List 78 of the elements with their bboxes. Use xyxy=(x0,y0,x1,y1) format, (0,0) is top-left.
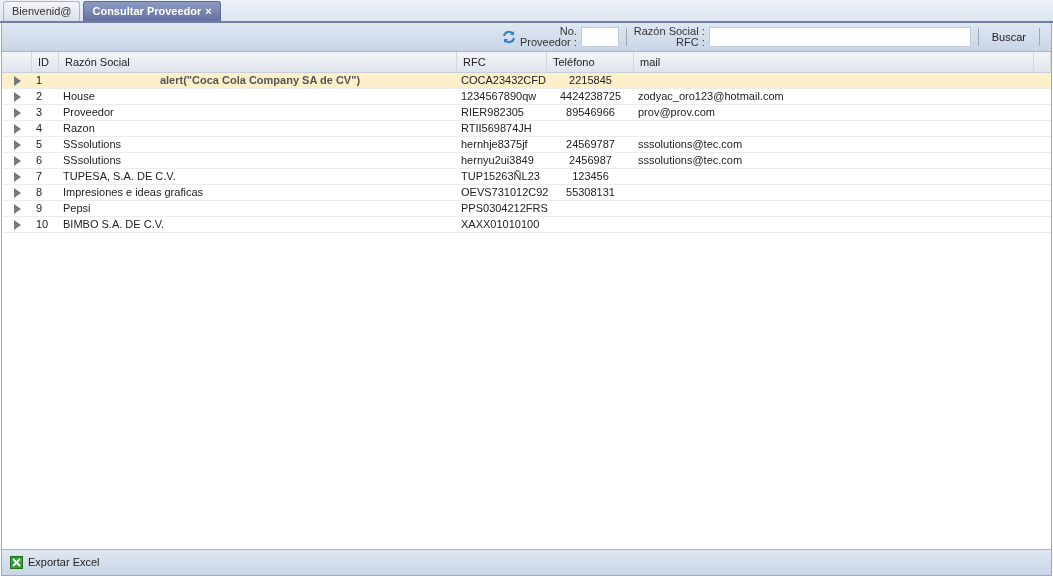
table-row[interactable]: 2 House 1234567890qw 4424238725 zodyac_oro123@hotmail.com xyxy=(2,89,1051,105)
search-button[interactable]: Buscar xyxy=(985,28,1032,46)
table-row[interactable]: 7 TUPESA, S.A. DE C.V. TUP15263ÑL23 123456 xyxy=(2,169,1051,185)
refresh-icon[interactable] xyxy=(501,30,516,44)
field-label: No. xyxy=(559,26,577,37)
table-cell-text: 9 xyxy=(35,201,44,217)
table-cell-text: BIMBO S.A. DE C.V. xyxy=(62,217,166,233)
table-cell-text: RIER982305 xyxy=(460,105,525,121)
table-cell-text: 4424238725 xyxy=(558,89,623,105)
table-cell-text: 123456 xyxy=(571,169,610,185)
table-cell-text: 7 xyxy=(35,169,44,185)
table-row[interactable]: 1 alert("Coca Cola Company SA de CV") COCA23432CFD 2215845 xyxy=(2,73,1051,89)
table-cell-text: 3 xyxy=(35,105,44,121)
table-cell-text: sssolutions@tec.com xyxy=(637,153,744,169)
table-cell-text: Impresiones e ideas graficas xyxy=(62,185,204,201)
table-row[interactable]: 9 Pepsi PPS0304212FRS xyxy=(2,201,1051,217)
table-cell-text: 55308131 xyxy=(565,185,616,201)
table-cell-text: 4 xyxy=(35,121,44,137)
table-cell-text: sssolutions@tec.com xyxy=(637,137,744,153)
table-cell-text: 10 xyxy=(35,217,50,233)
expand-arrow-icon[interactable] xyxy=(13,139,21,150)
expand-arrow-icon[interactable] xyxy=(13,187,21,198)
table-row[interactable]: 3 Proveedor RIER982305 89546966 prov@prov.com xyxy=(2,105,1051,121)
table-cell-text: RTII569874JH xyxy=(460,121,533,137)
table-row[interactable]: 4 Razon RTII569874JH xyxy=(2,121,1051,137)
tab[interactable]: Consultar Proveedor × xyxy=(83,1,221,21)
table-cell-text: PPS0304212FRS xyxy=(460,201,547,217)
table-cell-text: OEVS731012C92 xyxy=(460,185,547,201)
table-cell-text: 8 xyxy=(35,185,44,201)
expand-arrow-icon[interactable] xyxy=(13,75,21,86)
column-header[interactable]: Razón Social xyxy=(59,52,457,72)
table-row[interactable]: 8 Impresiones e ideas graficas OEVS731012C92 55308131 xyxy=(2,185,1051,201)
table-cell-text: SSsolutions xyxy=(62,137,123,153)
expand-arrow-icon[interactable] xyxy=(13,91,21,102)
column-header[interactable]: mail xyxy=(634,52,1034,72)
column-header[interactable]: Teléfono xyxy=(547,52,634,72)
table-cell-text: House xyxy=(62,89,96,105)
table-cell-text: Pepsi xyxy=(62,201,92,217)
table-cell-text: TUP15263ÑL23 xyxy=(460,169,541,185)
expand-arrow-icon[interactable] xyxy=(13,171,21,182)
field-label: RFC : xyxy=(676,37,705,48)
table-cell-text: TUPESA, S.A. DE C.V. xyxy=(62,169,177,185)
table-cell-text: prov@prov.com xyxy=(637,105,716,121)
input-field[interactable] xyxy=(580,27,619,47)
table-cell-text: 2456987 xyxy=(568,153,613,169)
expand-arrow-icon[interactable] xyxy=(13,123,21,134)
table-cell-text: 1234567890qw xyxy=(460,89,538,105)
table-cell-text: 89546966 xyxy=(565,105,616,121)
table-cell-text: Proveedor xyxy=(62,105,115,121)
table-cell-text: COCA23432CFD xyxy=(460,73,547,89)
expand-arrow-icon[interactable] xyxy=(13,107,21,118)
table-cell-text: hernyu2ui3849 xyxy=(460,153,535,169)
expand-arrow-icon[interactable] xyxy=(13,155,21,166)
table-cell-text: XAXX01010100 xyxy=(460,217,541,233)
input-field[interactable] xyxy=(708,27,971,47)
tab[interactable]: Bienvenid@ xyxy=(3,1,81,21)
table-cell-text: 1 xyxy=(35,73,44,89)
table-row[interactable]: 10 BIMBO S.A. DE C.V. XAXX01010100 xyxy=(2,217,1051,233)
table-cell-text: 5 xyxy=(35,137,44,153)
table-cell-text: 24569787 xyxy=(565,137,616,153)
table-cell-text: SSsolutions xyxy=(62,153,123,169)
export-button[interactable]: Exportar Excel xyxy=(8,554,102,571)
table-cell-text: hernhje8375jf xyxy=(460,137,529,153)
spreadsheet-icon xyxy=(10,556,23,569)
table-cell-text: zodyac_oro123@hotmail.com xyxy=(637,89,785,105)
table-cell-text: 2215845 xyxy=(568,73,613,89)
field-label: Proveedor : xyxy=(519,37,577,48)
expand-arrow-icon[interactable] xyxy=(13,203,21,214)
table-cell-text: alert("Coca Cola Company SA de CV") xyxy=(158,73,362,89)
table-cell-text: 6 xyxy=(35,153,44,169)
table-row[interactable]: 6 SSsolutions hernyu2ui3849 2456987 sssolutions@tec.com xyxy=(2,153,1051,169)
table-cell-text: Razon xyxy=(62,121,96,137)
expand-arrow-icon[interactable] xyxy=(13,219,21,230)
table-row[interactable]: 5 SSsolutions hernhje8375jf 24569787 sssolutions@tec.com xyxy=(2,137,1051,153)
field-label: Razón Social : xyxy=(633,26,705,37)
table-cell-text: 2 xyxy=(35,89,44,105)
column-header[interactable]: RFC xyxy=(457,52,547,72)
column-header[interactable]: ID xyxy=(32,52,59,72)
